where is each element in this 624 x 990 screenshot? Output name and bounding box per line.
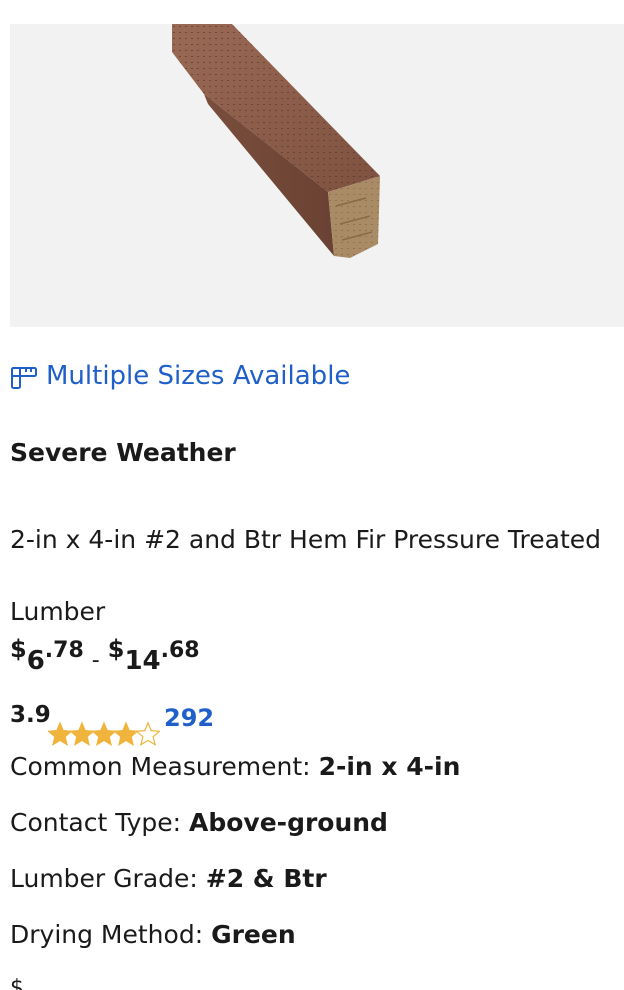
price-low-cents: .78 (44, 638, 84, 663)
spec-value: #2 & Btr (205, 864, 327, 893)
spec-value: 2-in x 4-in (318, 752, 461, 781)
price-separator: - (91, 648, 100, 673)
spec-common-measurement: Common Measurement: 2-in x 4-in (10, 752, 460, 781)
spec-value: Green (211, 920, 296, 949)
star-2 (69, 721, 95, 746)
star-3 (91, 721, 117, 746)
next-price-cutoff: $ (10, 978, 24, 990)
price-range: $6.78- $14.68 (10, 635, 200, 684)
star-5 (135, 721, 161, 746)
multiple-sizes-link[interactable]: Multiple Sizes Available (10, 356, 350, 396)
star-4 (113, 721, 139, 746)
lumber-board-image (172, 24, 380, 258)
multiple-sizes-label: Multiple Sizes Available (46, 361, 351, 391)
spec-label: Drying Method: (10, 920, 204, 949)
spec-value: Above-ground (189, 808, 388, 837)
product-image[interactable] (10, 24, 624, 327)
rating-value: 3.9 (10, 702, 51, 728)
spec-drying-method: Drying Method: Green (10, 920, 296, 949)
rating-row: 3.9 292 (10, 702, 310, 750)
product-title[interactable]: 2-in x 4-in #2 and Btr Hem Fir Pressure … (10, 504, 610, 648)
spec-label: Lumber Grade: (10, 864, 198, 893)
spec-label: Common Measurement: (10, 752, 311, 781)
price-low-dollars: 6 (26, 646, 45, 676)
price-high-currency: $ (107, 635, 125, 663)
spec-contact-type: Contact Type: Above-ground (10, 808, 388, 837)
price-high-dollars: 14 (124, 646, 161, 676)
spec-lumber-grade: Lumber Grade: #2 & Btr (10, 864, 327, 893)
spec-label: Contact Type: (10, 808, 182, 837)
review-count-link[interactable]: 292 (164, 704, 214, 732)
price-low-currency: $ (10, 635, 27, 663)
product-card: Multiple Sizes Available Severe Weather … (0, 0, 624, 990)
price-high-cents: .68 (160, 638, 200, 663)
star-1 (47, 721, 73, 746)
brand-name: Severe Weather (10, 438, 236, 467)
star-rating-icon (47, 721, 161, 746)
star-rating[interactable] (47, 720, 161, 748)
lumber-sizes-icon (10, 362, 38, 390)
